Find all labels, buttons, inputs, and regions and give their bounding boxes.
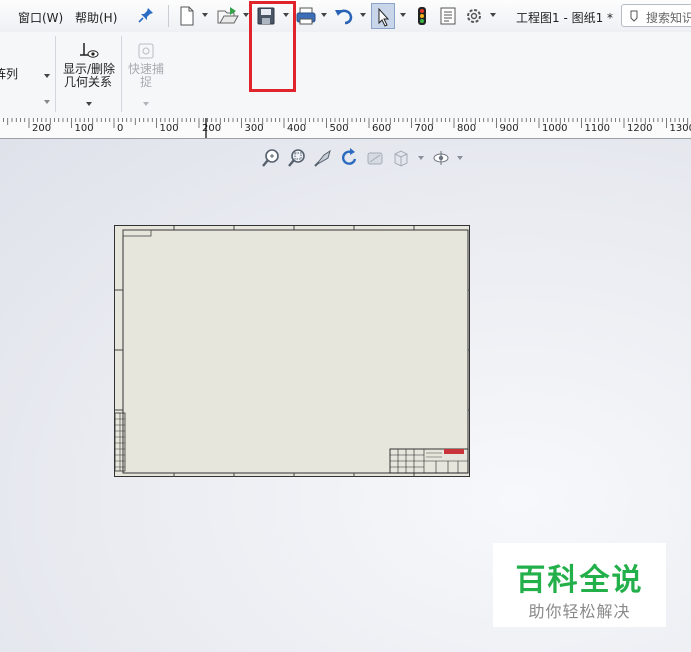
hide-show-dropdown-icon[interactable] — [457, 156, 463, 160]
group-dropdown-icon[interactable] — [44, 100, 50, 104]
ruler-label: 600 — [372, 123, 391, 134]
ruler-label: 800 — [457, 123, 476, 134]
search-input[interactable]: 搜索知识 — [621, 4, 691, 27]
ribbon: 阵列 显示/删除 几何关系 快速捕 捉 — [0, 32, 691, 119]
pattern-dropdown-icon[interactable] — [44, 74, 50, 78]
ruler-label: 100 — [160, 123, 179, 134]
ruler-label: 900 — [500, 123, 519, 134]
ruler-label: 300 — [245, 123, 264, 134]
select-button[interactable] — [371, 3, 395, 29]
ribbon-separator — [121, 36, 122, 112]
previous-view-icon[interactable] — [312, 147, 334, 169]
view-orientation-icon[interactable] — [390, 147, 412, 169]
rotate-view-icon[interactable] — [338, 147, 360, 169]
undo-icon[interactable] — [333, 5, 355, 27]
watermark-title: 百科全说 — [515, 563, 644, 598]
print-dropdown-icon[interactable] — [321, 13, 327, 17]
drawing-canvas[interactable]: 百科全说 助你轻松解决 — [0, 139, 691, 652]
watermark-logo: 百科全说 助你轻松解决 — [493, 543, 666, 627]
horizontal-ruler: 200 100 0 100 200 300 400 500 600 700 800 900 1000 11… — [0, 118, 691, 139]
ribbon-pattern-label[interactable]: 阵列 — [0, 68, 18, 81]
new-document-icon[interactable] — [178, 5, 196, 27]
ruler-label: 1100 — [585, 123, 610, 134]
quick-snap-label-line2[interactable]: 捉 — [140, 76, 152, 89]
ruler-label: 700 — [415, 123, 434, 134]
options-gear-icon[interactable] — [464, 5, 484, 27]
traffic-light-icon[interactable] — [415, 5, 429, 27]
ruler-scale: 200 100 0 100 200 300 400 500 600 700 800 900 1000 11… — [3, 118, 691, 138]
zoom-area-icon[interactable] — [286, 147, 308, 169]
file-properties-icon[interactable] — [439, 5, 457, 27]
sheet-border-frame — [114, 226, 470, 477]
ruler-label: 100 — [75, 123, 94, 134]
toolbar-separator — [168, 5, 169, 27]
new-document-dropdown-icon[interactable] — [202, 13, 208, 17]
print-icon[interactable] — [295, 5, 317, 27]
document-title: 工程图1 - 图纸1 * — [516, 11, 614, 25]
zoom-to-fit-icon[interactable] — [260, 147, 282, 169]
drawing-sheet[interactable] — [114, 225, 470, 477]
top-toolbar: 窗口(W) 帮助(H) 工程图1 - 图纸1 * 搜索知识 — [0, 0, 691, 33]
section-view-icon[interactable] — [364, 147, 386, 169]
ruler-label: 500 — [330, 123, 349, 134]
pin-icon[interactable] — [137, 6, 155, 24]
options-dropdown-icon[interactable] — [490, 13, 496, 17]
search-placeholder: 搜索知识 — [646, 11, 691, 25]
ruler-label: 1300 — [670, 123, 691, 134]
save-highlight-box — [249, 1, 296, 92]
show-delete-relations-label-line2[interactable]: 几何关系 — [64, 76, 112, 89]
quick-snap-icon[interactable] — [137, 42, 155, 60]
ribbon-separator — [55, 36, 56, 112]
ruler-label: 400 — [287, 123, 306, 134]
ruler-label: 200 — [32, 123, 51, 134]
relations-eye-icon[interactable] — [78, 41, 100, 61]
ruler-label: 1000 — [542, 123, 567, 134]
menu-window[interactable]: 窗口(W) — [18, 9, 63, 26]
ruler-label: 200 — [202, 123, 221, 134]
ruler-label: 0 — [117, 123, 123, 134]
hide-show-items-icon[interactable] — [430, 147, 452, 169]
undo-dropdown-icon[interactable] — [360, 13, 366, 17]
view-orientation-dropdown-icon[interactable] — [418, 156, 424, 160]
select-pointer-icon — [378, 7, 390, 27]
open-folder-icon[interactable] — [216, 5, 240, 27]
search-bulb-icon — [630, 10, 638, 22]
ruler-label: 1200 — [627, 123, 652, 134]
quick-snap-dropdown-icon[interactable] — [143, 102, 149, 106]
watermark-subtitle: 助你轻松解决 — [528, 602, 631, 621]
menu-help[interactable]: 帮助(H) — [75, 9, 117, 26]
relations-dropdown-icon[interactable] — [86, 102, 92, 106]
select-dropdown-icon[interactable] — [400, 13, 406, 17]
